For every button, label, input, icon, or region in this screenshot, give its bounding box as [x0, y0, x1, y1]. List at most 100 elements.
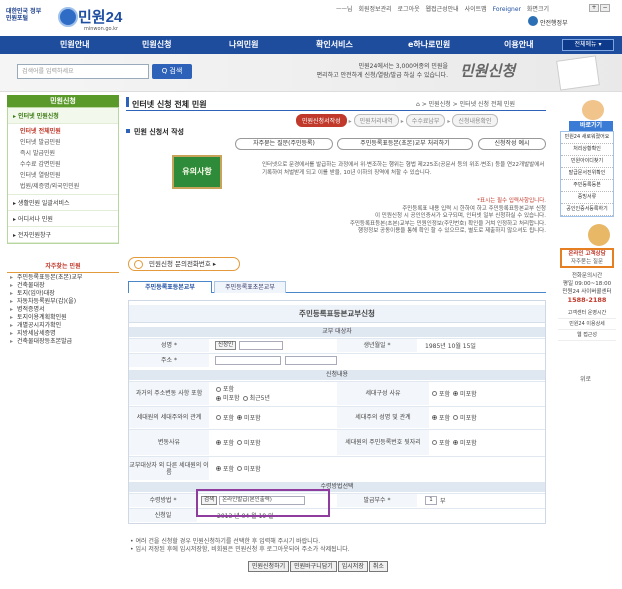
contact-phone-button[interactable]: 민원신청 문의전화번호 ▸ [128, 257, 240, 271]
sidebar-nav: ▸ 인터넷 민원신청 인터넷 전체민원 인터넷 발급민원 즉시 발급민원 수수료… [7, 107, 119, 244]
sidebar-sub-view[interactable]: 인터넷 열람민원 [8, 170, 118, 181]
favorite-item[interactable]: 지방세납세증명 [7, 330, 119, 338]
support-link[interactable]: 고객센터 운영시간 [558, 308, 616, 319]
radio-include[interactable] [216, 415, 221, 420]
favorite-item[interactable]: 토지이용계획확인원 [7, 314, 119, 322]
favorite-item[interactable]: 건축물대장등초본발급 [7, 338, 119, 346]
radio-include[interactable] [216, 440, 221, 445]
hours-value: 평일 09:00~18:00 [562, 281, 612, 287]
call-hours: 전화문의시간 평일 09:00~18:00 민원24 사이버콜센터 1588-2… [558, 272, 616, 304]
radio-exclude[interactable] [237, 415, 243, 420]
info-line: 행정정보 공동이용을 통해 확인 할 수 있으므로, 별도로 제출하지 않으셔도… [358, 228, 546, 234]
counselor-mascot-icon [588, 224, 610, 246]
address-select-2[interactable] [285, 356, 337, 365]
option-label: 포함 [439, 440, 451, 447]
support-link[interactable]: 민원24 이용상세 [558, 319, 616, 330]
minwon24-logo[interactable]: 민원24 minwon.go.kr [58, 4, 138, 32]
sidebar-item-internet-apply[interactable]: ▸ 인터넷 민원신청 [8, 108, 118, 124]
radio-include[interactable] [216, 466, 221, 471]
back-to-top-button[interactable]: 위로 [580, 374, 591, 383]
sidebar-item-life[interactable]: ▸ 생활민원 일괄서비스 [8, 195, 118, 211]
option-label: 포함 [223, 386, 235, 393]
accessibility-link[interactable]: 웹접근성안내 [426, 6, 459, 13]
copies-input[interactable]: 1 [425, 496, 437, 505]
section-content: 신청내용 [129, 370, 545, 380]
favorite-item[interactable]: 개별공시지가확인 [7, 322, 119, 330]
step-arrow-icon: ▸ [348, 118, 352, 125]
gov-portal-logo[interactable]: 대한민국 정부민원포털 [6, 8, 42, 22]
zoom-in-button[interactable]: + [589, 4, 599, 12]
radio-exclude[interactable] [453, 391, 459, 396]
birth-value: 1985년 10월 15일 [425, 343, 476, 350]
nav-item-apply[interactable]: 민원신청 [142, 39, 171, 50]
quick-link[interactable]: 처리상황확인 [561, 144, 613, 156]
cancel-button[interactable]: 취소 [368, 561, 388, 572]
favorites-list: 주민등록표등본(초본)교부 건축물대장 토지(임야)대장 자동차등록원부(갑)(… [7, 274, 119, 346]
favorite-item[interactable]: 병적증명서 [7, 306, 119, 314]
sidebar-sub-all[interactable]: 인터넷 전체민원 [8, 126, 118, 137]
quick-link[interactable]: 주민등록등본 [561, 180, 613, 192]
sidebar-sub-instant[interactable]: 즉시 발급민원 [8, 148, 118, 159]
radio-exclude[interactable] [216, 396, 221, 401]
quick-link[interactable]: 민원아이디찾기 [561, 156, 613, 168]
radio-recent5[interactable] [242, 396, 248, 401]
name-input[interactable] [239, 341, 284, 350]
all-menu-button[interactable]: 전체메뉴 ▾ [562, 39, 614, 51]
info-line: 주민등록표등본(초본)교부는 민원인정보(주민번호) 확인을 거쳐 인정하고 처… [349, 220, 546, 227]
favorite-item[interactable]: 건축물대장 [7, 282, 119, 290]
logout-link[interactable]: 로그아웃 [398, 6, 420, 13]
sidebar-item-window[interactable]: ▸ 전자민원창구 [8, 227, 118, 243]
nav-item-guide[interactable]: 민원안내 [60, 39, 89, 50]
radio-exclude[interactable] [453, 440, 459, 445]
ministry-logo[interactable]: 안전행정부 [528, 16, 568, 27]
nav-item-my[interactable]: 나의민원 [229, 39, 258, 50]
sidebar-item-anywhere[interactable]: ▸ 어디서나 민원 [8, 211, 118, 227]
favorite-item[interactable]: 자동차등록원부(갑)(을) [7, 298, 119, 306]
option-label: 미포함 [223, 395, 240, 402]
cart-button[interactable]: 민원바구니담기 [290, 561, 337, 572]
address-select-1[interactable] [215, 356, 281, 365]
submit-button[interactable]: 민원신청하기 [248, 561, 290, 572]
sidebar-sub-court[interactable]: 법원/제증명/외국인민원 [8, 181, 118, 192]
favorite-item[interactable]: 주민등록표등본(초본)교부 [7, 274, 119, 282]
online-consult-button[interactable]: 온라인 고객상담 자주묻는 질문 [560, 248, 614, 268]
search-input[interactable]: 검색어를 입력하세요 [17, 64, 149, 79]
sitemap-link[interactable]: 사이트맵 [465, 6, 487, 13]
nav-item-ehanaro[interactable]: e하나로민원 [408, 39, 450, 50]
sample-button[interactable]: 신청작성 예시 [478, 138, 546, 150]
radio-include[interactable] [432, 415, 437, 420]
bottom-note: • 여러 건을 신청할 경우 민원신청하기를 선택한 후 입력해 주시기 바랍니… [130, 538, 321, 545]
quick-link[interactable]: 발급문서진위확인 [561, 168, 613, 180]
search-button[interactable]: Q 검색 [152, 64, 192, 79]
radio-exclude[interactable] [237, 466, 243, 471]
temp-save-button[interactable]: 임시저장 [337, 561, 368, 572]
zoom-out-button[interactable]: − [600, 4, 610, 12]
faq-button[interactable]: 자주묻는 질문(주민등록) [235, 138, 333, 150]
quick-link[interactable]: 공인인증서등록하기 [561, 204, 613, 216]
radio-include[interactable] [432, 391, 437, 396]
top-header: 대한민국 정부민원포털 민원24 minwon.go.kr ㅡㅡ님 회원정보관리… [0, 0, 622, 36]
tab-deungbon[interactable]: 주민등록표등본교부 [128, 281, 212, 293]
tab-chobon[interactable]: 주민등록표초본교부 [214, 281, 286, 293]
radio-exclude[interactable] [237, 440, 243, 445]
radio-include[interactable] [216, 387, 221, 392]
foreigner-link[interactable]: Foreigner [493, 6, 521, 13]
quick-link[interactable]: 민원24 새로워졌어요 [561, 132, 613, 144]
guide-button[interactable]: 주민등록표등본(초본)교부 처리하기 [337, 138, 473, 150]
favorite-item[interactable]: 토지(임야)대장 [7, 290, 119, 298]
radio-include[interactable] [432, 440, 437, 445]
nav-item-verify[interactable]: 확인서비스 [316, 39, 353, 50]
sidebar-sub-issue[interactable]: 인터넷 발급민원 [8, 137, 118, 148]
radio-exclude[interactable] [453, 415, 459, 420]
nav-item-usage[interactable]: 이용안내 [504, 39, 533, 50]
applicant-button[interactable]: 신청인 [215, 341, 237, 350]
highlight-box [196, 489, 330, 517]
quick-link[interactable]: 증빙서류 [561, 192, 613, 204]
favorites-title: 자주찾는 민원 [7, 261, 119, 273]
sidebar-title: 민원신청 [7, 95, 119, 107]
member-info-link[interactable]: 회원정보관리 [358, 6, 391, 13]
sidebar-sub-fee-reduction[interactable]: 수수료 감면민원 [8, 159, 118, 170]
date-label: 신청일 [129, 509, 197, 522]
screen-size-label: 화면크기 [526, 6, 549, 13]
support-link[interactable]: 웹 접근성 [558, 330, 616, 341]
